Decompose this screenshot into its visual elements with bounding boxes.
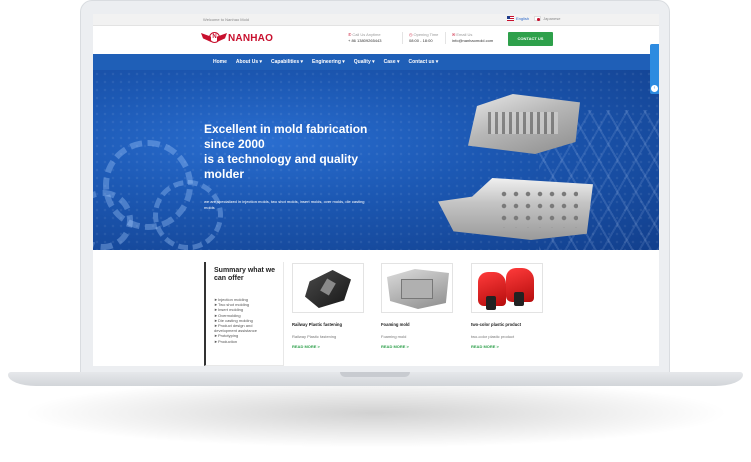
logo-mark-icon: N (201, 30, 225, 46)
nav-engineering[interactable]: Engineering ▾ (312, 59, 345, 65)
laptop-shadow (20, 378, 731, 448)
nav-quality[interactable]: Quality ▾ (354, 59, 375, 65)
japan-flag-icon[interactable] (534, 16, 542, 21)
nav-home[interactable]: Home (213, 59, 227, 65)
website-screen: Welcome to Nanhao Mold English Japanese … (93, 14, 659, 366)
product-card: Foaming mold Foaming mold READ MORE > (381, 263, 461, 349)
gear-icon (153, 180, 223, 250)
product-desc: Railway Plastic fastening (292, 334, 337, 339)
contact-us-button[interactable]: CONTACT US (508, 32, 553, 46)
summary-list: ►Injection molding ►Two shot molding ►In… (214, 297, 283, 344)
hero-subtext: we are specialized in injection molds, t… (204, 199, 365, 210)
nav-capabilities[interactable]: Capabilities ▾ (271, 59, 303, 65)
us-flag-icon[interactable] (507, 16, 514, 21)
welcome-text: Welcome to Nanhao Mold (203, 17, 249, 22)
phone-value: + 86 13809265443 (348, 38, 382, 43)
product-image[interactable] (292, 263, 364, 313)
product-card: Railway Plastic fastening Railway Plasti… (292, 263, 372, 349)
summary-title: Summary what we can offer (214, 267, 276, 282)
logo-text: NANHAO (228, 32, 274, 44)
site-header: N NANHAO ✆ Call Us Anytime + 86 138092654… (93, 26, 659, 54)
hero-headline: Excellent in mold fabrication since 2000… (204, 122, 368, 181)
phone-info: ✆ Call Us Anytime + 86 13809265443 (348, 32, 381, 44)
product-title[interactable]: two-color plastic product (471, 322, 551, 327)
laptop-notch (340, 372, 410, 377)
nav-contact-us[interactable]: Contact us ▾ (409, 59, 439, 65)
product-desc: two-color plastic product (471, 334, 515, 339)
nav-about-us[interactable]: About Us ▾ (236, 59, 262, 65)
lang-english-link[interactable]: English (516, 16, 529, 21)
lang-japanese-link[interactable]: Japanese (543, 16, 560, 21)
hero-banner: Excellent in mold fabrication since 2000… (93, 70, 659, 250)
nav-case[interactable]: Case ▾ (384, 59, 400, 65)
opening-time-info: ◷ Opening Time 08:00 - 18:00 (402, 32, 438, 44)
collapse-arrow-icon[interactable]: ‹ (651, 85, 658, 92)
site-logo[interactable]: N NANHAO (201, 30, 274, 46)
side-chat-widget[interactable]: ‹ (650, 44, 659, 94)
email-info: ✉ Email Us info@nanhaomold.com (445, 32, 493, 44)
email-value[interactable]: info@nanhaomold.com (452, 38, 493, 44)
time-value: 08:00 - 18:00 (409, 38, 433, 43)
read-more-link[interactable]: READ MORE > (381, 344, 461, 349)
product-card: two-color plastic product two-color plas… (471, 263, 551, 349)
product-image[interactable] (381, 263, 453, 313)
read-more-link[interactable]: READ MORE > (471, 344, 551, 349)
product-title[interactable]: Foaming mold (381, 322, 461, 327)
product-title[interactable]: Railway Plastic fastening (292, 322, 372, 327)
language-switcher: English Japanese (507, 16, 560, 21)
top-bar: Welcome to Nanhao Mold English Japanese (93, 14, 659, 26)
read-more-link[interactable]: READ MORE > (292, 344, 372, 349)
list-item[interactable]: ►Production (214, 339, 283, 344)
main-nav: Home About Us ▾ Capabilities ▾ Engineeri… (93, 54, 659, 70)
summary-panel: Summary what we can offer ►Injection mold… (204, 262, 284, 366)
product-desc: Foaming mold (381, 334, 407, 339)
product-image[interactable] (471, 263, 543, 313)
